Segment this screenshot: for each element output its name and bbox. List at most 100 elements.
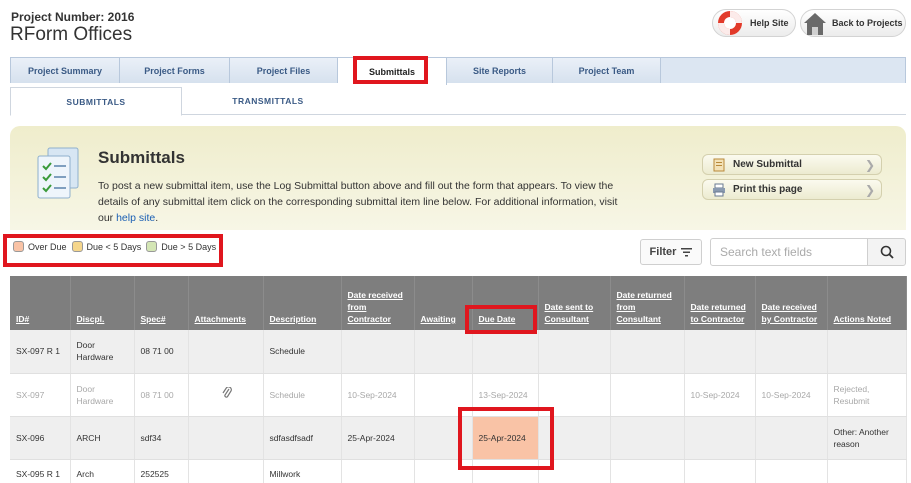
tab-submittals[interactable]: Submittals [338, 58, 447, 85]
help-site-label: Help Site [750, 18, 789, 28]
search-icon [880, 245, 894, 259]
legend-over-due: Over Due [10, 241, 67, 252]
subtab-submittals[interactable]: SUBMITTALS [10, 87, 182, 116]
legend-swatch-due-soon [71, 241, 83, 252]
cell-spec: 252525 [134, 459, 189, 483]
paperclip-icon[interactable] [221, 386, 232, 399]
column-header-due-date[interactable]: Due Date [472, 276, 539, 330]
cell-received-by [755, 416, 828, 460]
panel-title: Submittals [98, 148, 185, 167]
legend-due-soon: Due < 5 Days [69, 241, 142, 252]
lifebuoy-icon [716, 9, 744, 37]
column-header-spec[interactable]: Spec# [134, 276, 189, 330]
cell-returned-to [684, 330, 756, 374]
back-to-projects-label: Back to Projects [832, 18, 903, 28]
panel-instructions-end: . [155, 212, 159, 224]
search-input[interactable] [710, 238, 868, 266]
table-row[interactable]: SX-097 R 1 Door Hardware 08 71 00 Schedu… [10, 330, 907, 374]
cell-due-date: 13-Sep-2024 [472, 373, 539, 417]
cell-id: SX-096 [10, 416, 71, 460]
filter-lines-icon [681, 247, 693, 257]
tab-project-team[interactable]: Project Team [553, 58, 661, 83]
print-page-button[interactable]: Print this page ❯ [702, 179, 882, 200]
table-row[interactable]: SX-097 Door Hardware 08 71 00 Schedule 1… [10, 373, 907, 417]
cell-attachments [188, 416, 264, 460]
print-page-label: Print this page [733, 184, 803, 195]
legend-due-later: Due > 5 Days [143, 241, 216, 252]
legend-due-later-label: Due > 5 Days [161, 241, 217, 252]
cell-description: Schedule [263, 330, 342, 374]
cell-id: SX-097 R 1 [10, 330, 71, 374]
printer-icon [712, 183, 726, 197]
cell-returned-to [684, 459, 756, 483]
cell-awaiting [414, 330, 473, 374]
cell-due-date [472, 459, 539, 483]
filter-button[interactable]: Filter [640, 239, 702, 265]
tab-project-files[interactable]: Project Files [230, 58, 338, 83]
cell-actions: Rejected, Resubmit [827, 373, 907, 417]
submittals-info-panel: Submittals To post a new submittal item,… [10, 126, 906, 230]
chevron-right-icon: ❯ [864, 158, 875, 172]
cell-received [341, 459, 415, 483]
column-header-awaiting[interactable]: Awaiting [414, 276, 473, 330]
tab-project-summary[interactable]: Project Summary [11, 58, 120, 83]
new-document-icon [712, 158, 726, 172]
column-header-date-sent-to-consultant[interactable]: Date sent to Consultant [538, 276, 611, 330]
sub-tabs: SUBMITTALS TRANSMITTALS [10, 87, 906, 116]
cell-description: Millwork [263, 459, 342, 483]
cell-awaiting [414, 459, 473, 483]
column-header-date-received-from-contractor[interactable]: Date received from Contractor [341, 276, 415, 330]
main-tabs: Project Summary Project Forms Project Fi… [10, 57, 906, 85]
cell-awaiting [414, 416, 473, 460]
column-header-attachments[interactable]: Attachments [188, 276, 264, 330]
cell-id: SX-095 R 1 [10, 459, 71, 483]
panel-instructions-text: To post a new submittal item, use the Lo… [98, 180, 618, 224]
cell-returned-from [610, 459, 685, 483]
table-row[interactable]: SX-095 R 1 Arch 252525 Millwork [10, 459, 907, 483]
cell-attachments [188, 373, 264, 417]
column-header-discipline[interactable]: Discpl. [70, 276, 135, 330]
filter-label: Filter [649, 246, 677, 258]
cell-received-by: 10-Sep-2024 [755, 373, 828, 417]
column-header-date-returned-from-consultant[interactable]: Date returned from Consultant [610, 276, 685, 330]
tab-site-reports[interactable]: Site Reports [447, 58, 553, 83]
column-header-description[interactable]: Description [263, 276, 342, 330]
legend-due-soon-label: Due < 5 Days [86, 241, 142, 252]
cell-id: SX-097 [10, 373, 71, 417]
cell-received-by [755, 459, 828, 483]
column-header-id[interactable]: ID# [10, 276, 71, 330]
cell-spec: 08 71 00 [134, 330, 189, 374]
column-header-actions-noted[interactable]: Actions Noted [827, 276, 907, 330]
cell-awaiting [414, 373, 473, 417]
cell-returned-to [684, 416, 756, 460]
help-site-button[interactable]: Help Site [712, 9, 796, 37]
tab-project-forms[interactable]: Project Forms [120, 58, 230, 83]
cell-sent [538, 416, 611, 460]
table-row[interactable]: SX-096 ARCH sdf34 sdfasdfsadf 25-Apr-202… [10, 416, 907, 460]
new-submittal-label: New Submittal [733, 159, 802, 170]
column-header-date-received-by-contractor[interactable]: Date received by Contractor [755, 276, 828, 330]
clipboard-checklist-icon [32, 146, 84, 202]
back-to-projects-button[interactable]: Back to Projects [800, 9, 906, 37]
cell-returned-from [610, 330, 685, 374]
cell-returned-from [610, 373, 685, 417]
cell-discipline: Door Hardware [70, 330, 135, 374]
cell-description: Schedule [263, 373, 342, 417]
cell-received [341, 330, 415, 374]
column-header-date-returned-to-contractor[interactable]: Date returned to Contractor [684, 276, 756, 330]
cell-actions [827, 330, 907, 374]
cell-attachments [188, 459, 264, 483]
subtab-transmittals[interactable]: TRANSMITTALS [196, 87, 340, 115]
cell-spec: 08 71 00 [134, 373, 189, 417]
help-site-link[interactable]: help site [116, 212, 155, 224]
cell-sent [538, 459, 611, 483]
cell-actions [827, 459, 907, 483]
house-icon [801, 9, 829, 37]
panel-instructions: To post a new submittal item, use the Lo… [98, 178, 618, 226]
new-submittal-button[interactable]: New Submittal ❯ [702, 154, 882, 175]
search-button[interactable] [867, 238, 906, 266]
cell-actions: Other: Another reason [827, 416, 907, 460]
cell-attachments [188, 330, 264, 374]
legend-over-due-label: Over Due [28, 241, 67, 252]
cell-discipline: ARCH [70, 416, 135, 460]
